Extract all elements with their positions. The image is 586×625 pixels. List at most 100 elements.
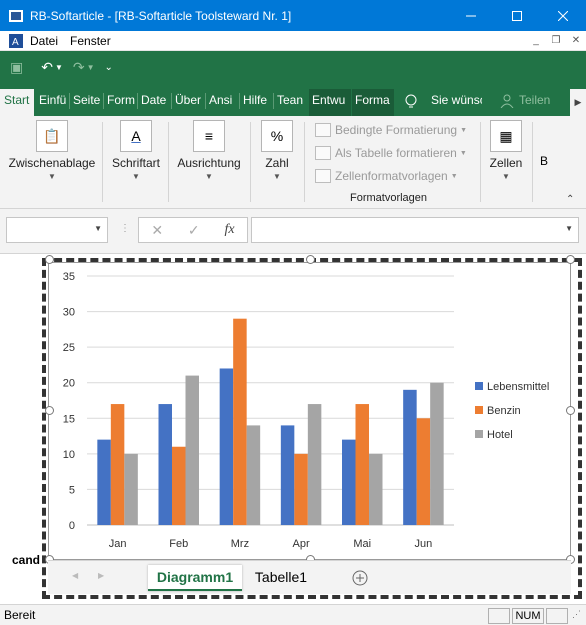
cancel-icon: ✕ xyxy=(151,221,164,238)
y-tick-label: 0 xyxy=(69,520,75,532)
menu-datei[interactable]: Datei xyxy=(30,34,58,48)
tab-team[interactable]: Tean xyxy=(274,89,306,116)
legend-swatch xyxy=(475,406,483,414)
y-tick-label: 35 xyxy=(63,271,75,283)
tab-scroll-right-icon[interactable]: ▶ xyxy=(570,89,586,116)
resize-handle[interactable] xyxy=(45,406,54,415)
legend-swatch xyxy=(475,382,483,390)
cell-styles-button: Zellenformatvorlagen ▼ xyxy=(315,166,458,186)
undo-icon[interactable]: ↶ xyxy=(41,59,53,76)
paste-icon: 📋 xyxy=(36,120,68,152)
chevron-down-icon: ▼ xyxy=(205,172,213,181)
function-icon[interactable]: fx xyxy=(224,222,234,238)
close-button[interactable] xyxy=(540,0,586,31)
cells-group[interactable]: ▦ Zellen ▼ xyxy=(484,120,528,204)
bar-benzin-mai xyxy=(355,404,369,525)
status-indicator-empty-2 xyxy=(546,608,568,624)
x-tick-label: Apr xyxy=(293,538,310,550)
name-box[interactable]: ▼ xyxy=(6,217,108,243)
tell-me-search[interactable]: Sie wünsc xyxy=(428,89,482,116)
y-tick-label: 15 xyxy=(63,413,75,425)
tab-hilfe[interactable]: Hilfe xyxy=(240,89,272,116)
maximize-button[interactable] xyxy=(494,0,540,31)
title-bar: RB-Softarticle - [RB-Softarticle Toolste… xyxy=(0,0,586,31)
bar-lebensmittel-mai xyxy=(342,439,356,525)
more-handle-icon: ⋮ xyxy=(120,223,130,234)
number-group[interactable]: % Zahl ▼ xyxy=(254,120,300,204)
document-icon[interactable]: A xyxy=(8,33,24,49)
tab-format[interactable]: Forma xyxy=(352,89,394,116)
y-tick-label: 30 xyxy=(63,307,75,319)
tab-formeln[interactable]: Form xyxy=(104,89,136,116)
scroll-left-icon[interactable]: ◀ xyxy=(72,571,78,580)
alignment-group-label: Ausrichtung xyxy=(177,156,241,170)
bar-lebensmittel-mrz xyxy=(219,368,234,525)
bar-hotel-mrz xyxy=(246,425,261,525)
bar-benzin-jun xyxy=(416,418,431,525)
bar-lebensmittel-feb xyxy=(158,404,172,525)
tab-ueberpruefen[interactable]: Über xyxy=(172,89,204,116)
resize-handle[interactable] xyxy=(566,406,575,415)
bar-benzin-feb xyxy=(172,446,186,525)
editing-group-label[interactable]: B xyxy=(540,154,548,168)
status-text: Bereit xyxy=(4,608,36,622)
collapse-ribbon-icon[interactable]: ⌃ xyxy=(566,194,574,205)
x-tick-label: Mai xyxy=(353,538,371,550)
formula-input[interactable]: ▼ xyxy=(251,217,579,243)
chevron-down-icon: ▼ xyxy=(273,172,281,181)
cell-styles-icon xyxy=(315,169,331,183)
add-sheet-icon[interactable] xyxy=(352,570,368,586)
menu-fenster[interactable]: Fenster xyxy=(70,34,111,48)
minimize-button[interactable] xyxy=(448,0,494,31)
chevron-down-icon[interactable]: ▼ xyxy=(94,224,102,233)
tab-daten[interactable]: Date xyxy=(138,89,170,116)
share-button[interactable]: Teilen xyxy=(516,89,556,116)
tab-ansicht[interactable]: Ansi xyxy=(206,89,238,116)
align-icon: ≡ xyxy=(193,120,225,152)
x-tick-label: Mrz xyxy=(231,538,249,550)
chevron-down-icon: ▼ xyxy=(502,172,510,181)
tab-start[interactable]: Start xyxy=(0,89,34,116)
customize-toolbar-icon[interactable]: ⌄ xyxy=(105,62,113,73)
redo-dropdown-icon: ▼ xyxy=(86,62,95,72)
share-person-icon[interactable] xyxy=(500,94,514,108)
tab-einfuegen[interactable]: Einfü xyxy=(36,89,68,116)
mdi-minimize-icon[interactable]: _ xyxy=(528,34,544,48)
format-as-table-button: Als Tabelle formatieren ▼ xyxy=(315,143,467,163)
chevron-down-icon: ▼ xyxy=(48,172,56,181)
close-icon xyxy=(558,10,568,21)
chart-area[interactable]: 0 5 10 15 20 25 30 35 Jan Feb Mrz Apr Mai Jun Lebensmi… xyxy=(48,262,571,560)
bar-lebensmittel-jan xyxy=(97,439,111,525)
font-color-icon: A xyxy=(120,120,152,152)
undo-dropdown-icon[interactable]: ▼ xyxy=(55,63,63,72)
tab-seitenlayout[interactable]: Seite xyxy=(70,89,102,116)
resize-handle[interactable] xyxy=(45,255,54,264)
clipboard-group[interactable]: 📋 Zwischenablage ▼ xyxy=(4,120,100,204)
resize-handle[interactable] xyxy=(306,255,315,264)
bar-hotel-mai xyxy=(369,453,383,525)
cells-icon: ▦ xyxy=(490,120,522,152)
save-icon[interactable]: ▣ xyxy=(10,59,23,76)
alignment-group[interactable]: ≡ Ausrichtung ▼ xyxy=(172,120,246,204)
app-icon xyxy=(9,9,23,22)
x-tick-label: Feb xyxy=(169,538,188,550)
sheet-tab-tabelle1[interactable]: Tabelle1 xyxy=(246,565,316,591)
resize-handle[interactable] xyxy=(566,255,575,264)
mdi-restore-icon[interactable]: ❐ xyxy=(548,34,564,48)
lightbulb-icon[interactable] xyxy=(405,94,417,110)
legend-entry: Hotel xyxy=(487,429,513,441)
y-tick-label: 20 xyxy=(63,378,75,390)
tab-entwurf[interactable]: Entwu xyxy=(309,89,351,116)
chart-svg: 0 5 10 15 20 25 30 35 Jan Feb Mrz Apr Mai Jun Lebensmi… xyxy=(63,271,550,550)
cell-text: cand xyxy=(12,553,41,567)
table-icon xyxy=(315,146,331,160)
bar-benzin-jan xyxy=(110,404,125,525)
scroll-right-icon[interactable]: ▶ xyxy=(98,571,104,580)
formula-bar: ▼ ⋮ ✕ ✓ fx ▼ xyxy=(0,209,586,254)
expand-formula-icon[interactable]: ▼ xyxy=(565,224,573,233)
size-grip-icon[interactable]: ⋰ xyxy=(572,609,581,620)
sheet-tab-diagramm1[interactable]: Diagramm1 xyxy=(148,565,242,591)
bar-benzin-mrz xyxy=(233,318,247,525)
mdi-close-icon[interactable]: ✕ xyxy=(568,34,584,48)
font-group[interactable]: A Schriftart ▼ xyxy=(106,120,166,204)
